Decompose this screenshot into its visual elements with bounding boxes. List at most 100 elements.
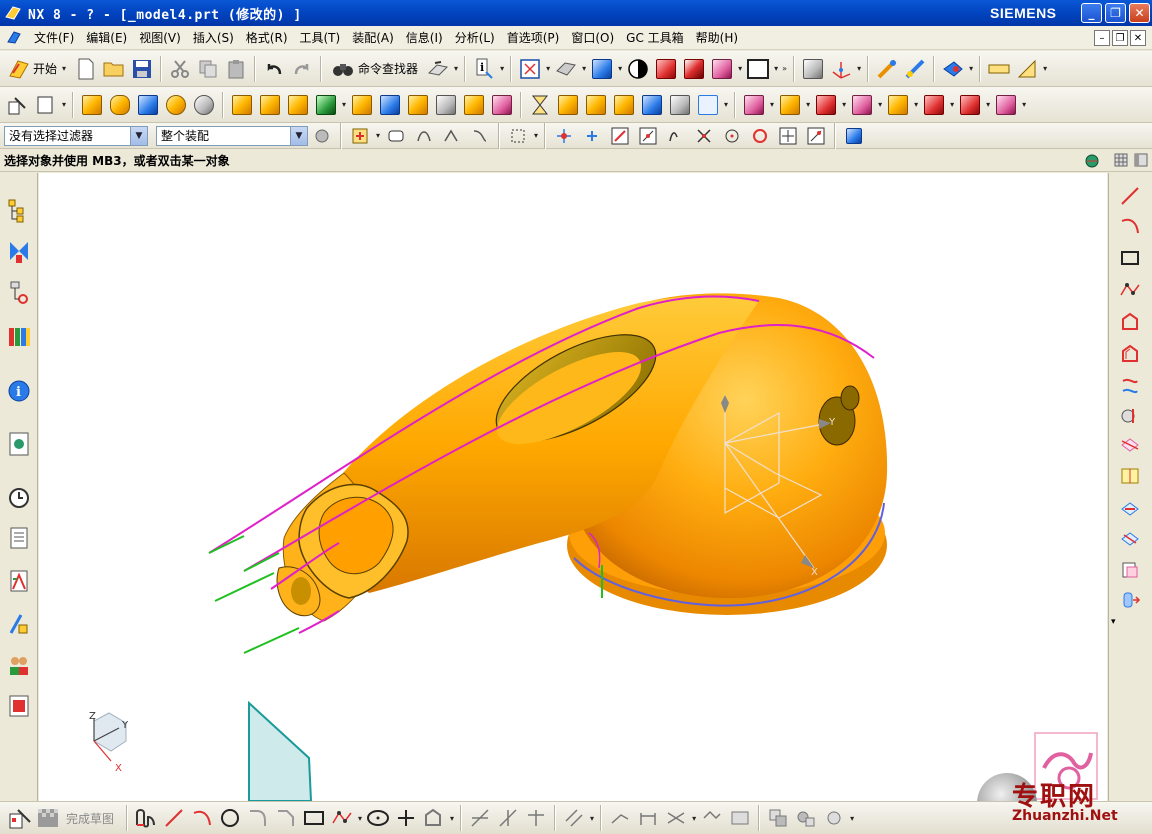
single-curve-icon[interactable] <box>411 122 437 150</box>
menu-file[interactable]: 文件(F) <box>28 29 80 46</box>
roles-icon[interactable] <box>5 650 33 680</box>
menu-assemblies[interactable]: 装配(A) <box>346 29 400 46</box>
patch-icon[interactable] <box>555 91 581 119</box>
chevron-down-icon[interactable]: ▼ <box>130 126 147 145</box>
globe-icon[interactable] <box>1084 153 1100 172</box>
existing-point-icon[interactable] <box>579 122 605 150</box>
bounded-plane-icon[interactable] <box>667 91 693 119</box>
pattern-face-icon[interactable] <box>921 91 947 119</box>
alternate-solution-icon[interactable] <box>793 804 819 832</box>
panel-icon[interactable] <box>1134 153 1148 170</box>
grid-icon[interactable] <box>1114 153 1128 170</box>
arc-icon[interactable] <box>1117 213 1143 239</box>
finish-sketch-button[interactable]: 完成草图 <box>66 810 114 827</box>
ruler-icon[interactable] <box>986 55 1012 83</box>
menu-help[interactable]: 帮助(H) <box>690 29 744 46</box>
doc-close-button[interactable]: ✕ <box>1130 30 1146 46</box>
web-browser-icon[interactable] <box>5 428 33 458</box>
menu-edit[interactable]: 编辑(E) <box>80 29 133 46</box>
polygon-icon[interactable] <box>1117 309 1143 335</box>
profile-icon[interactable] <box>133 804 159 832</box>
ruled-surface-icon[interactable] <box>583 91 609 119</box>
undo-icon[interactable] <box>261 55 287 83</box>
type-filter-select[interactable]: 没有选择过滤器 ▼ <box>4 125 148 146</box>
dimension-icon[interactable] <box>635 804 661 832</box>
open-folder-icon[interactable] <box>101 55 127 83</box>
auto-constrain-icon[interactable] <box>663 804 689 832</box>
view-orient-icon[interactable] <box>553 55 579 83</box>
command-finder-button[interactable]: 命令查找器 <box>326 60 424 78</box>
intersection-point-icon[interactable] <box>691 122 717 150</box>
menu-tools[interactable]: 工具(T) <box>294 29 347 46</box>
chamfer-sketch-icon[interactable] <box>273 804 299 832</box>
doc-restore-button[interactable]: ❐ <box>1112 30 1128 46</box>
assembly-navigator-tab-icon[interactable] <box>5 195 33 225</box>
constraints-icon[interactable] <box>561 804 587 832</box>
delete-face-icon[interactable] <box>813 91 839 119</box>
line-icon[interactable] <box>1117 183 1143 209</box>
menu-insert[interactable]: 插入(S) <box>187 29 240 46</box>
sketch-task-icon[interactable] <box>7 804 33 832</box>
extract-curve-icon[interactable] <box>1117 495 1143 521</box>
menu-gc-toolkit[interactable]: GC 工具箱 <box>620 29 690 46</box>
quick-trim-icon[interactable] <box>467 804 493 832</box>
doc-minimize-button[interactable]: – <box>1094 30 1110 46</box>
revolve-icon[interactable] <box>107 91 133 119</box>
sketch-arc-icon[interactable] <box>189 804 215 832</box>
spline-icon[interactable] <box>1117 277 1143 303</box>
wcs-display-icon[interactable] <box>709 55 735 83</box>
assembly-filter-icon[interactable] <box>309 122 335 150</box>
tangent-curve-icon[interactable] <box>467 122 493 150</box>
menu-analysis[interactable]: 分析(L) <box>449 29 501 46</box>
chevron-down-icon[interactable]: ▼ <box>290 126 307 145</box>
extrude-icon[interactable] <box>79 91 105 119</box>
circle-icon[interactable] <box>217 804 243 832</box>
graphics-window[interactable]: X Y Z Y X <box>39 173 1107 801</box>
close-button[interactable]: ✕ <box>1129 3 1150 23</box>
edge-blend-icon[interactable] <box>229 91 255 119</box>
sketch-plane-icon[interactable] <box>425 55 451 83</box>
sketch-rectangle-icon[interactable] <box>301 804 327 832</box>
section-curve-icon[interactable] <box>1117 431 1143 457</box>
synchronous-icon[interactable] <box>849 91 875 119</box>
swept-icon[interactable] <box>639 91 665 119</box>
cut-icon[interactable] <box>167 55 193 83</box>
mid-point-icon[interactable] <box>635 122 661 150</box>
layer-cube-icon[interactable] <box>681 55 707 83</box>
geometric-constraint-icon[interactable] <box>607 804 633 832</box>
start-button[interactable]: 开始 ▾ <box>4 58 72 80</box>
analysis-icon[interactable] <box>902 55 928 83</box>
part-navigator-icon[interactable] <box>5 278 33 308</box>
menu-window[interactable]: 窗口(O) <box>565 29 620 46</box>
measure-icon[interactable] <box>874 55 900 83</box>
copy-icon[interactable] <box>195 55 221 83</box>
point-icon[interactable] <box>393 804 419 832</box>
save-icon[interactable] <box>129 55 155 83</box>
snap-point-icon[interactable] <box>551 122 577 150</box>
wireframe-cube-icon[interactable] <box>695 91 721 119</box>
section-view-icon[interactable] <box>653 55 679 83</box>
rectangle-select-icon[interactable] <box>505 122 531 150</box>
system-materials-icon[interactable] <box>5 523 33 553</box>
ellipse-icon[interactable] <box>365 804 391 832</box>
fillet-icon[interactable] <box>245 804 271 832</box>
general-select-icon[interactable] <box>347 122 373 150</box>
arc-center-icon[interactable] <box>719 122 745 150</box>
connected-curve-icon[interactable] <box>439 122 465 150</box>
redo-icon[interactable] <box>289 55 315 83</box>
assembly-navigator-icon[interactable] <box>800 55 826 83</box>
animate-dimension-icon[interactable] <box>727 804 753 832</box>
hourglass-icon[interactable] <box>527 91 553 119</box>
datum-plane-icon[interactable] <box>33 91 59 119</box>
point-on-surface-icon[interactable] <box>803 122 829 150</box>
shell-icon[interactable] <box>349 91 375 119</box>
boss-icon[interactable] <box>191 91 217 119</box>
chamfer-icon[interactable] <box>257 91 283 119</box>
menu-information[interactable]: 信息(I) <box>400 29 449 46</box>
replace-face-icon[interactable] <box>777 91 803 119</box>
draft-icon[interactable] <box>377 91 403 119</box>
menu-preferences[interactable]: 首选项(P) <box>501 29 566 46</box>
process-studio-icon[interactable] <box>5 566 33 596</box>
drafting-icon[interactable] <box>1014 55 1040 83</box>
trim-body-icon[interactable] <box>405 91 431 119</box>
